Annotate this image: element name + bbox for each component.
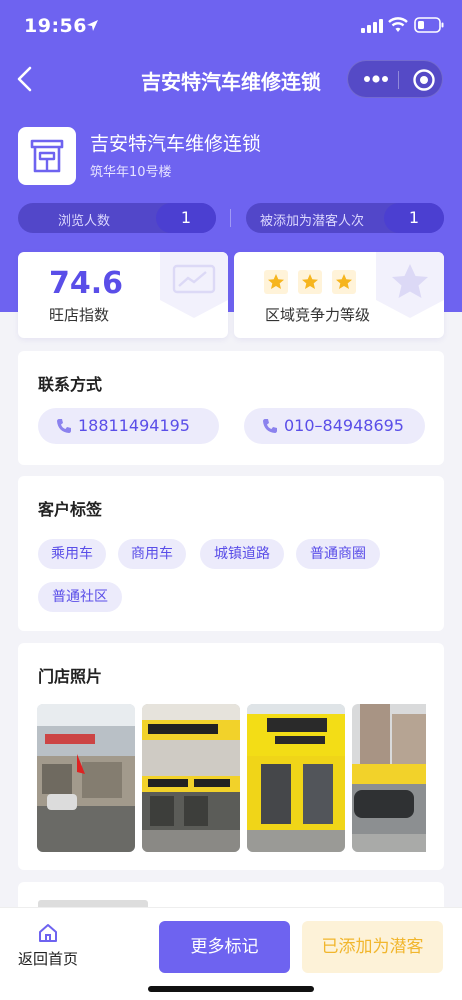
phone-number-landline: 010–84948695: [284, 416, 404, 435]
shop-index-value: 74.6: [49, 266, 124, 301]
capsule-divider: [398, 71, 399, 89]
storefront-icon: [30, 139, 64, 173]
star-icon: [264, 270, 288, 294]
home-button[interactable]: 返回首页: [14, 918, 82, 969]
tag-chip: 乘用车: [38, 539, 106, 569]
tags-title: 客户标签: [38, 500, 103, 519]
trend-chart-icon: [160, 252, 228, 318]
home-icon: [39, 924, 57, 942]
back-arrow-icon[interactable]: [15, 66, 37, 92]
tag-chip: 城镇道路: [200, 539, 284, 569]
store-photos-section: 门店照片: [18, 643, 444, 870]
star-icon: [332, 270, 356, 294]
shop-index-card: 74.6 旺店指数: [18, 252, 228, 338]
star-icon: [298, 270, 322, 294]
prospect-added-count: 1: [384, 203, 444, 233]
prospect-added-stat: 被添加为潜客人次 1: [246, 203, 444, 233]
phone-icon: [57, 419, 71, 433]
location-arrow-icon: [87, 20, 98, 31]
bottom-action-bar: 返回首页 更多标记 已添加为潜客: [0, 907, 462, 1000]
contact-title: 联系方式: [38, 375, 103, 394]
phone-button-landline[interactable]: 010–84948695: [244, 408, 425, 444]
shop-index-label: 旺店指数: [49, 306, 110, 324]
tag-chip: 普通商圈: [296, 539, 380, 569]
store-photo[interactable]: [37, 704, 135, 852]
home-indicator: [148, 986, 314, 992]
store-address: 筑华年10号楼: [90, 165, 172, 180]
status-time: 19:56: [24, 15, 87, 37]
close-target-icon[interactable]: [412, 68, 436, 92]
prospect-added-label: 被添加为潜客人次: [260, 214, 365, 229]
store-photo[interactable]: [142, 704, 240, 852]
stat-divider: [230, 209, 231, 227]
competitiveness-card: 区域竞争力等级: [234, 252, 444, 338]
phone-button-mobile[interactable]: 18811494195: [38, 408, 219, 444]
phone-number-mobile: 18811494195: [78, 416, 190, 435]
tag-chip: 商用车: [118, 539, 186, 569]
contact-section: 联系方式 18811494195 010–84948695: [18, 351, 444, 465]
nav-bar: 吉安特汽车维修连锁: [0, 56, 462, 102]
page-title: 吉安特汽车维修连锁: [141, 70, 321, 94]
home-label: 返回首页: [17, 950, 78, 968]
store-avatar: [18, 127, 76, 185]
photos-title: 门店照片: [38, 667, 103, 686]
wifi-icon: [388, 17, 408, 32]
more-mark-button[interactable]: 更多标记: [159, 921, 290, 973]
star-badge-icon: [376, 252, 444, 318]
miniprogram-capsule: [347, 60, 443, 98]
phone-icon: [263, 419, 277, 433]
customer-tags-section: 客户标签 乘用车 商用车 城镇道路 普通商圈 普通社区: [18, 476, 444, 631]
status-bar: 19:56: [0, 0, 462, 56]
competitiveness-label: 区域竞争力等级: [265, 306, 371, 324]
views-count: 1: [156, 203, 216, 233]
store-photo[interactable]: [352, 704, 426, 852]
views-label: 浏览人数: [58, 214, 111, 229]
cellular-signal-icon: [361, 19, 383, 33]
store-photo[interactable]: [247, 704, 345, 852]
store-name: 吉安特汽车维修连锁: [90, 133, 262, 155]
views-stat: 浏览人数 1: [18, 203, 216, 233]
added-prospect-button[interactable]: 已添加为潜客: [302, 921, 443, 973]
battery-icon: [414, 17, 444, 33]
tag-chip: 普通社区: [38, 582, 122, 612]
more-dots-icon[interactable]: [362, 69, 390, 89]
